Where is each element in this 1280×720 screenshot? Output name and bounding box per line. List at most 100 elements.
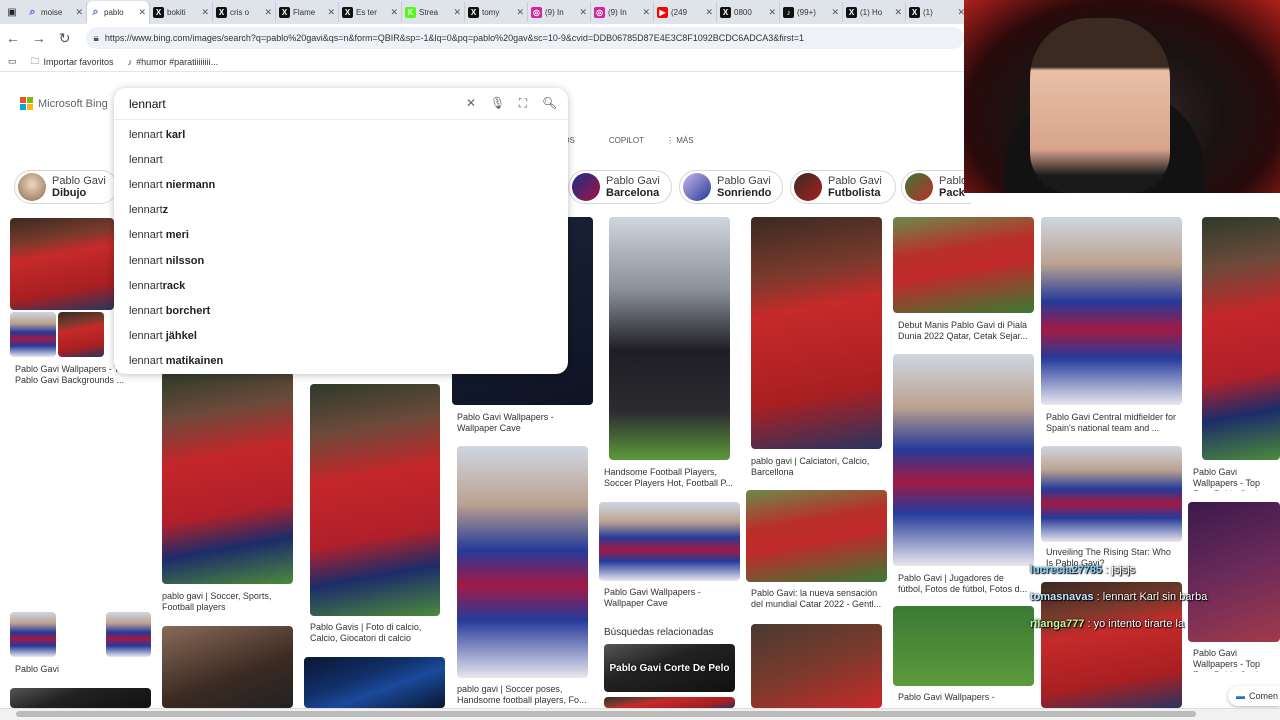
bookmark-tiktok[interactable]: ♪ #humor #paratiiiiiiii... (128, 57, 219, 67)
browser-tab[interactable]: X(1)✕ (906, 2, 964, 22)
collections-icon[interactable]: ▭ (8, 56, 17, 67)
result-image[interactable] (10, 688, 151, 708)
result-image-thumb[interactable] (58, 612, 104, 657)
suggestion-item[interactable]: lennart karl (114, 122, 568, 147)
result-image[interactable] (162, 626, 293, 708)
result-caption[interactable]: pablo gavi | Calciatori, Calcio, Barcell… (751, 456, 882, 480)
chip-futbolista[interactable]: Pablo Gavi Futbolista (790, 170, 896, 204)
result-caption[interactable]: pablo gavi | Soccer poses, Handsome foot… (457, 684, 588, 708)
suggestion-item[interactable]: lennart jähkel (114, 324, 568, 349)
result-caption[interactable]: Pablo Gavis | Foto di calcio, Calcio, Gi… (310, 622, 441, 646)
lock-icon[interactable]: 🔒︎ (94, 33, 99, 44)
comment-button[interactable]: ▬ Comen (1228, 686, 1280, 706)
chip-sonriendo[interactable]: Pablo Gavi Sonriendo (679, 170, 783, 204)
close-icon[interactable]: ✕ (642, 7, 650, 18)
browser-tab[interactable]: ♪ (99+) ✕ (780, 2, 843, 22)
tab-copilot[interactable]: COPILOT (609, 136, 644, 145)
visual-search-icon[interactable]: ⛶ (516, 96, 530, 111)
close-icon[interactable]: ✕ (705, 7, 713, 18)
scrollbar-thumb[interactable] (16, 711, 1196, 717)
close-icon[interactable]: ✕ (327, 7, 335, 18)
browser-tab[interactable]: ⌕ pablo ✕ (87, 1, 150, 24)
browser-tab[interactable]: ◎ (9) In ✕ (528, 2, 591, 22)
back-icon[interactable]: ← (0, 30, 26, 46)
bookmark-import[interactable]: 🗀 Importar favoritos (31, 54, 114, 70)
result-image[interactable] (609, 217, 730, 460)
result-image[interactable] (10, 218, 114, 310)
result-image[interactable] (893, 606, 1034, 686)
microphone-icon[interactable]: 🎙︎ (490, 96, 505, 111)
result-caption[interactable]: Pablo Gavi Wallpapers - Wallpaper Cave (457, 412, 588, 436)
suggestion-item[interactable]: lennart rack (114, 273, 568, 298)
chip-dibujo[interactable]: Pablo Gavi Dibujo (14, 170, 118, 204)
result-caption[interactable]: Debut Manis Pablo Gavi di Piala Dunia 20… (898, 320, 1029, 344)
close-icon[interactable]: ✕ (138, 7, 146, 18)
close-icon[interactable]: ✕ (390, 7, 398, 18)
result-image[interactable] (304, 657, 445, 708)
close-icon[interactable]: ✕ (453, 7, 461, 18)
result-caption[interactable]: Pablo Gavi Wallpapers - Top Free Pablo G… (1193, 467, 1280, 491)
result-caption[interactable]: Pablo Gavi Central midfielder for Spain'… (1046, 412, 1177, 436)
result-image-thumb[interactable] (58, 312, 104, 357)
close-icon[interactable]: ✕ (579, 7, 587, 18)
browser-tab[interactable]: ⌕ moise ✕ (24, 2, 87, 22)
result-image[interactable] (893, 217, 1034, 313)
browser-tab[interactable]: X Es ter ✕ (339, 2, 402, 22)
close-icon[interactable]: ✕ (768, 7, 776, 18)
result-image-thumb[interactable] (106, 612, 151, 657)
browser-tab[interactable]: Xcris o ✕ (213, 2, 276, 22)
url-field[interactable]: 🔒︎ https://www.bing.com/images/search?q=… (85, 27, 965, 49)
result-caption[interactable]: Pablo Gavi | Jugadores de fútbol, Fotos … (898, 573, 1029, 597)
bing-logo[interactable]: Microsoft Bing (20, 97, 108, 110)
result-image[interactable] (751, 217, 882, 449)
result-image[interactable] (457, 446, 588, 678)
close-icon[interactable]: ✕ (75, 7, 83, 18)
result-caption[interactable]: Handsome Football Players, Soccer Player… (604, 467, 735, 491)
tab-more[interactable]: ⋮ MÁS (666, 136, 694, 145)
result-image[interactable] (162, 372, 293, 584)
result-caption[interactable]: Pablo Gavi: la nueva sensación del mundi… (751, 588, 882, 612)
browser-tab[interactable]: K Strea ✕ (402, 2, 465, 22)
suggestion-item[interactable]: lennart z (114, 198, 568, 223)
suggestion-item[interactable]: lennart borchert (114, 298, 568, 323)
result-image[interactable] (1041, 446, 1182, 542)
result-caption[interactable]: Pablo Gavi Wallpapers - Top Free Pablo G… (1193, 648, 1280, 672)
result-image-thumb[interactable] (10, 312, 56, 357)
result-image[interactable] (10, 398, 151, 610)
suggestion-item[interactable]: lennart nilsson (114, 248, 568, 273)
result-image-thumb[interactable] (10, 612, 56, 657)
result-image[interactable] (893, 354, 1034, 566)
browser-tab[interactable]: X Flame ✕ (276, 2, 339, 22)
search-icon[interactable]: 🔍︎ (542, 96, 557, 111)
close-icon[interactable]: ✕ (894, 7, 902, 18)
result-image[interactable] (1202, 217, 1280, 460)
search-input[interactable] (129, 96, 449, 111)
chip-pack[interactable]: Pablo Pack (901, 170, 971, 204)
close-icon[interactable]: ✕ (516, 7, 524, 18)
close-icon[interactable]: ✕ (831, 7, 839, 18)
chip-barcelona[interactable]: Pablo Gavi Barcelona (568, 170, 672, 204)
related-search-item[interactable]: Pablo Gavi Corte De Pelo (604, 644, 735, 692)
result-image[interactable] (310, 384, 440, 616)
browser-tab[interactable]: X 0800 ✕ (717, 2, 780, 22)
browser-tab[interactable]: X (1) Ho ✕ (843, 2, 906, 22)
forward-icon[interactable]: → (26, 30, 52, 46)
result-caption[interactable]: Pablo Gavi (15, 664, 150, 676)
suggestion-item[interactable]: lennart meri (114, 223, 568, 248)
suggestion-item[interactable]: lennart niermann (114, 172, 568, 197)
suggestion-item[interactable]: lennart matikainen (114, 349, 568, 374)
tab-actions-icon[interactable]: ▣ (0, 2, 24, 22)
result-caption[interactable]: Pablo Gavi Wallpapers - Wallpaper Cave (604, 587, 735, 611)
close-icon[interactable]: ✕ (201, 7, 209, 18)
result-image[interactable] (1041, 217, 1182, 405)
browser-tab[interactable]: Xtomy ✕ (465, 2, 528, 22)
browser-tab[interactable]: ◎ (9) In ✕ (591, 2, 654, 22)
suggestion-item[interactable]: lennart (114, 147, 568, 172)
browser-tab[interactable]: Xbokiti ✕ (150, 2, 213, 22)
result-caption[interactable]: pablo gavi | Soccer, Sports, Football pl… (162, 591, 293, 615)
clear-icon[interactable]: ✕ (464, 96, 478, 111)
result-image[interactable] (751, 624, 882, 708)
result-caption[interactable]: Pablo Gavi Wallpapers - Wallpaper Cave (898, 692, 1029, 704)
related-search-item[interactable] (604, 697, 735, 708)
refresh-icon[interactable]: ↻ (52, 30, 78, 47)
